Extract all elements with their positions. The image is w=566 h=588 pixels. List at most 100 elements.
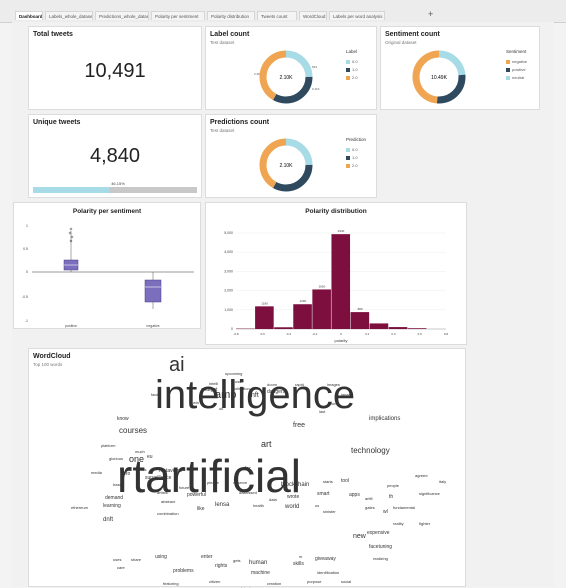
histogram-bar[interactable] bbox=[331, 234, 350, 329]
wordcloud-word[interactable]: discussed bbox=[239, 491, 257, 495]
wordcloud-word[interactable]: social bbox=[341, 580, 351, 584]
wordcloud-word[interactable]: reality bbox=[393, 522, 404, 526]
wordcloud-word[interactable]: purpose bbox=[307, 580, 321, 584]
wordcloud-word[interactable]: using bbox=[155, 555, 167, 560]
wordcloud-word[interactable]: data bbox=[269, 498, 277, 502]
wordcloud-word[interactable]: nft bbox=[251, 392, 259, 399]
wordcloud-word[interactable]: japan bbox=[341, 393, 351, 397]
wordcloud-word[interactable]: rights bbox=[215, 564, 227, 569]
wordcloud-word[interactable]: problems bbox=[173, 569, 194, 574]
polarity-distribution-card[interactable]: Polarity distribution 5,0004,0003,0002,0… bbox=[205, 202, 467, 345]
wordcloud-word[interactable]: one bbox=[129, 455, 144, 464]
histogram-bar[interactable] bbox=[389, 327, 408, 329]
wordcloud-word[interactable]: smart bbox=[317, 492, 330, 497]
tab-6[interactable]: WordCloud bbox=[299, 11, 327, 20]
wordcloud-word[interactable]: know bbox=[117, 417, 129, 422]
histogram-bar[interactable] bbox=[312, 289, 331, 329]
wordcloud-word[interactable]: collection bbox=[233, 387, 250, 391]
legend-item[interactable]: negative bbox=[506, 59, 527, 64]
legend-item[interactable]: neutral bbox=[506, 75, 524, 80]
wordcloud-word[interactable]: uses bbox=[113, 558, 121, 562]
wordcloud-word[interactable]: artists bbox=[157, 491, 168, 495]
wordcloud-word[interactable]: health bbox=[253, 504, 264, 508]
wordcloud-word[interactable]: fundamental bbox=[393, 506, 415, 510]
wordcloud-word[interactable]: wrote bbox=[287, 495, 299, 500]
wordcloud-word[interactable]: lensa bbox=[215, 502, 229, 508]
wordcloud-word[interactable]: amp bbox=[215, 390, 236, 401]
wordcloud-word[interactable]: identification bbox=[317, 571, 339, 575]
wordcloud-word[interactable]: glorious bbox=[109, 457, 123, 461]
wordcloud-card[interactable]: WordCloud Top 100 words intelligencertar… bbox=[28, 348, 466, 587]
wordcloud-word[interactable]: mess bbox=[137, 468, 147, 472]
wordcloud-word[interactable]: artifi bbox=[365, 497, 373, 501]
wordcloud-word[interactable]: learning bbox=[103, 504, 121, 509]
histogram-bar[interactable] bbox=[370, 323, 389, 329]
wordcloud-word[interactable]: agreed bbox=[415, 474, 427, 478]
legend-item[interactable]: 1.0 bbox=[346, 67, 358, 72]
wordcloud-word[interactable]: dangers bbox=[267, 390, 285, 395]
wordcloud-word[interactable]: italy bbox=[439, 480, 446, 484]
wordcloud-word[interactable]: pro bbox=[123, 472, 130, 477]
wordcloud-word[interactable]: free bbox=[293, 422, 305, 429]
wordcloud-word[interactable]: gates bbox=[365, 506, 375, 510]
wordcloud-word[interactable]: doom bbox=[267, 383, 277, 387]
wordcloud-word[interactable]: future bbox=[179, 486, 189, 490]
wordcloud-word[interactable]: share bbox=[131, 558, 141, 562]
wordcloud-word[interactable]: expensive bbox=[367, 531, 390, 536]
wordcloud-word[interactable]: uk bbox=[219, 407, 223, 411]
wordcloud-word[interactable]: ethereum bbox=[71, 506, 88, 510]
wordcloud-word[interactable]: upcoming bbox=[225, 372, 242, 376]
wordcloud-word[interactable]: dnft bbox=[103, 517, 113, 523]
wordcloud-word[interactable]: blockchain bbox=[281, 482, 309, 488]
tab-1[interactable]: Labels_whole_dataset bbox=[45, 11, 93, 20]
wordcloud-word[interactable]: th bbox=[389, 495, 393, 500]
histogram-bar[interactable] bbox=[274, 327, 293, 329]
wordcloud-word[interactable]: like bbox=[197, 507, 205, 512]
wordcloud-word[interactable]: citizen bbox=[209, 580, 220, 584]
wordcloud-word[interactable]: people bbox=[387, 484, 399, 488]
wordcloud-word[interactable]: technology bbox=[351, 447, 390, 455]
wordcloud-word[interactable]: use bbox=[235, 380, 241, 384]
tab-3[interactable]: Polarity per sentiment bbox=[151, 11, 205, 20]
legend-item[interactable]: positive bbox=[506, 67, 526, 72]
wordcloud-word[interactable]: enter bbox=[201, 555, 212, 560]
wordcloud-word[interactable]: demand bbox=[105, 496, 123, 501]
wordcloud-word[interactable]: new bbox=[353, 533, 366, 540]
wordcloud-word[interactable]: gets bbox=[233, 559, 241, 563]
wordcloud-word[interactable]: tool bbox=[341, 479, 349, 484]
wordcloud-word[interactable]: facetuning bbox=[369, 545, 392, 550]
wordcloud-word[interactable]: wl bbox=[383, 510, 388, 515]
wordcloud-word[interactable]: please bbox=[207, 481, 219, 485]
polarity-per-sentiment-card[interactable]: Polarity per sentiment 1 0.5 0 -0.5 -1 p… bbox=[13, 202, 201, 329]
wordcloud-word[interactable]: deserve bbox=[233, 481, 247, 485]
tab-7[interactable]: Labels per word analysis bbox=[329, 11, 385, 20]
wordcloud-word[interactable]: human bbox=[249, 560, 267, 566]
wordcloud-word[interactable]: world bbox=[285, 504, 299, 510]
wordcloud-word[interactable]: m bbox=[299, 555, 302, 559]
wordcloud-word[interactable]: powerful bbox=[187, 493, 206, 498]
wordcloud-word[interactable]: media bbox=[91, 471, 102, 475]
wordcloud-word[interactable]: skills bbox=[293, 562, 304, 567]
wordcloud-word[interactable]: metaverse bbox=[159, 469, 182, 474]
wordcloud-word[interactable]: us bbox=[315, 504, 319, 508]
wordcloud-word[interactable]: realizing bbox=[373, 557, 388, 561]
wordcloud-word[interactable]: work bbox=[329, 402, 337, 406]
wordcloud-word[interactable]: giveaway bbox=[315, 557, 336, 562]
wordcloud-word[interactable]: significance bbox=[419, 492, 440, 496]
tab-2[interactable]: Predictions_whole_dataset bbox=[95, 11, 149, 20]
wordcloud-word[interactable]: ai bbox=[169, 355, 185, 375]
wordcloud-word[interactable]: fighter bbox=[419, 522, 430, 526]
wordcloud-word[interactable]: care bbox=[117, 566, 125, 570]
wordcloud-word[interactable]: courses bbox=[119, 427, 147, 435]
wordcloud-word[interactable]: win bbox=[193, 401, 199, 405]
wordcloud-word[interactable]: last bbox=[319, 410, 325, 414]
histogram-bar[interactable] bbox=[255, 306, 274, 329]
tab-0[interactable]: Dashboard▾ bbox=[15, 11, 43, 20]
wordcloud-word[interactable]: far bbox=[245, 467, 251, 472]
wordcloud-word[interactable]: face bbox=[151, 393, 159, 397]
predictions-count-card[interactable]: Predictions count Test dataset 2.10K Pre… bbox=[205, 114, 377, 198]
legend-item[interactable]: 2.0 bbox=[346, 163, 358, 168]
wordcloud-word[interactable]: apps bbox=[349, 493, 360, 498]
wordcloud-word[interactable]: starts bbox=[323, 480, 333, 484]
legend-item[interactable]: 2.0 bbox=[346, 75, 358, 80]
